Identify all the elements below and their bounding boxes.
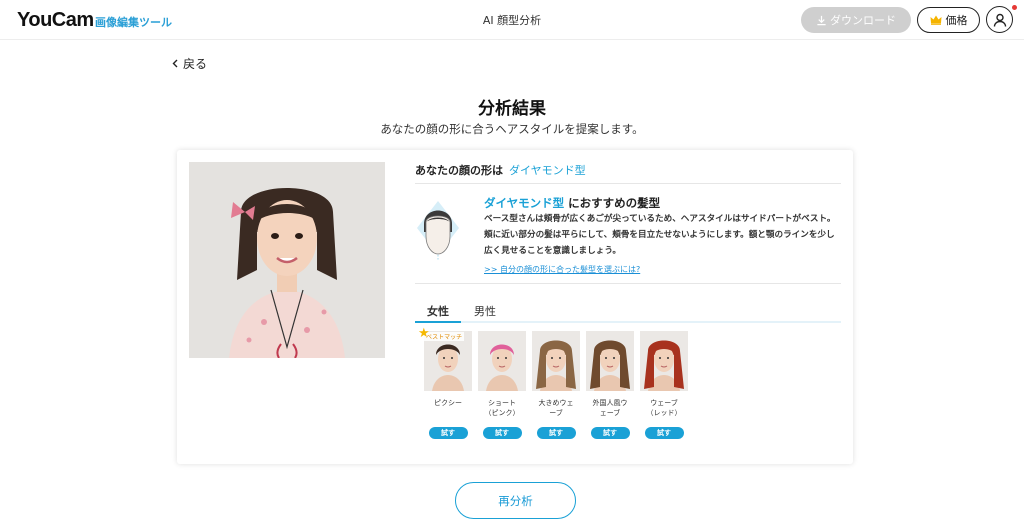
result-title: 分析結果 xyxy=(478,99,546,119)
best-match-badge: ベストマッチ xyxy=(424,332,465,341)
hairstyle-name: ピクシー xyxy=(424,391,472,423)
uploaded-photo xyxy=(189,162,385,358)
hairstyle-preview-image[interactable] xyxy=(586,331,634,391)
crown-icon xyxy=(930,15,941,25)
try-button[interactable]: 試す xyxy=(482,427,522,439)
tab-female[interactable]: 女性 xyxy=(427,303,449,319)
tab-active-indicator xyxy=(415,321,461,323)
hairstyle-preview-image[interactable] xyxy=(640,331,688,391)
hairstyle-name: 外国人風ウ ェーブ xyxy=(586,391,634,423)
face-shape-icon xyxy=(415,198,461,266)
face-shape-result: あなたの顔の形は ダイヤモンド型 xyxy=(415,162,586,178)
top-bar: YouCam 画像編集ツール AI 顔型分析 ダウンロード 価格 xyxy=(0,0,1024,40)
user-icon xyxy=(993,13,1006,27)
hairstyle-preview-image[interactable]: ベストマッチ xyxy=(424,331,472,391)
price-button[interactable]: 価格 xyxy=(917,7,980,33)
star-icon: ★ xyxy=(418,326,430,341)
reanalyze-button[interactable]: 再分析 xyxy=(455,482,576,519)
hairstyle-card[interactable]: 大きめウェ ーブ 試す xyxy=(532,331,580,439)
guide-link[interactable]: >> 自分の顔の形に合った髪型を選ぶには? xyxy=(484,264,640,275)
notification-dot xyxy=(1012,5,1017,10)
download-icon xyxy=(817,15,826,25)
download-label: ダウンロード xyxy=(830,14,896,27)
try-button[interactable]: 試す xyxy=(644,427,684,439)
tab-male[interactable]: 男性 xyxy=(474,303,496,319)
tab-underline-track xyxy=(415,321,841,323)
hairstyle-name-line: 大きめウェ xyxy=(538,399,574,407)
try-button[interactable]: 試す xyxy=(536,427,576,439)
recommendation-face-type: ダイヤモンド型 xyxy=(484,196,565,210)
face-shape-label: あなたの顔の形は xyxy=(415,164,503,177)
back-label: 戻る xyxy=(183,57,208,71)
hairstyle-name-line: ウェーブ xyxy=(650,399,678,407)
account-avatar-button[interactable] xyxy=(986,6,1013,33)
hairstyle-name-line: ーブ xyxy=(549,409,563,417)
hairstyle-name: ショート （ピンク） xyxy=(478,391,526,423)
result-subtitle: あなたの顔の形に合うヘアスタイルを提案します。 xyxy=(380,122,644,136)
hairstyle-preview-image[interactable] xyxy=(532,331,580,391)
chevron-left-icon xyxy=(172,59,178,68)
hairstyle-card[interactable]: ウェーブ （レッド） 試す xyxy=(640,331,688,439)
face-shape-value: ダイヤモンド型 xyxy=(509,164,586,177)
divider xyxy=(415,183,841,184)
price-label: 価格 xyxy=(945,14,968,27)
hairstyle-card[interactable]: ベストマッチピクシー試す ★ xyxy=(418,326,472,439)
hairstyle-preview-image[interactable] xyxy=(478,331,526,391)
hairstyle-name-line: （レッド） xyxy=(646,409,682,417)
back-link[interactable]: 戻る xyxy=(172,55,207,72)
divider xyxy=(415,283,841,284)
hairstyle-card[interactable]: 外国人風ウェーブ試す xyxy=(586,331,634,439)
hairstyle-name-line: ショート xyxy=(488,399,516,407)
hairstyle-card[interactable]: ショート （ピンク） 試す xyxy=(478,331,526,439)
recommendation-title: ダイヤモンド型 におすすめの髪型 xyxy=(484,195,660,211)
hairstyle-name-line: 外国人風ウ xyxy=(592,399,628,407)
recommendation-description: ベース型さんは頬骨が広くあごが尖っているため、ヘアスタイルはサイドパートがベスト… xyxy=(484,214,836,256)
hairstyle-name-line: （ピンク） xyxy=(484,409,520,417)
hairstyle-name-line: ェーブ xyxy=(599,409,621,417)
download-button[interactable]: ダウンロード xyxy=(801,7,911,33)
try-button[interactable]: 試す xyxy=(428,427,468,439)
hairstyle-name-line: ピクシー xyxy=(434,399,462,407)
try-button[interactable]: 試す xyxy=(590,427,630,439)
hairstyle-name: 大きめウェ ーブ xyxy=(532,391,580,423)
hairstyle-name: ウェーブ （レッド） xyxy=(640,391,688,423)
recommendation-suffix: におすすめの髪型 xyxy=(568,196,661,210)
result-card: あなたの顔の形は ダイヤモンド型 ダイヤモンド型 におすすめの髪型 ベース型さん… xyxy=(177,150,853,464)
